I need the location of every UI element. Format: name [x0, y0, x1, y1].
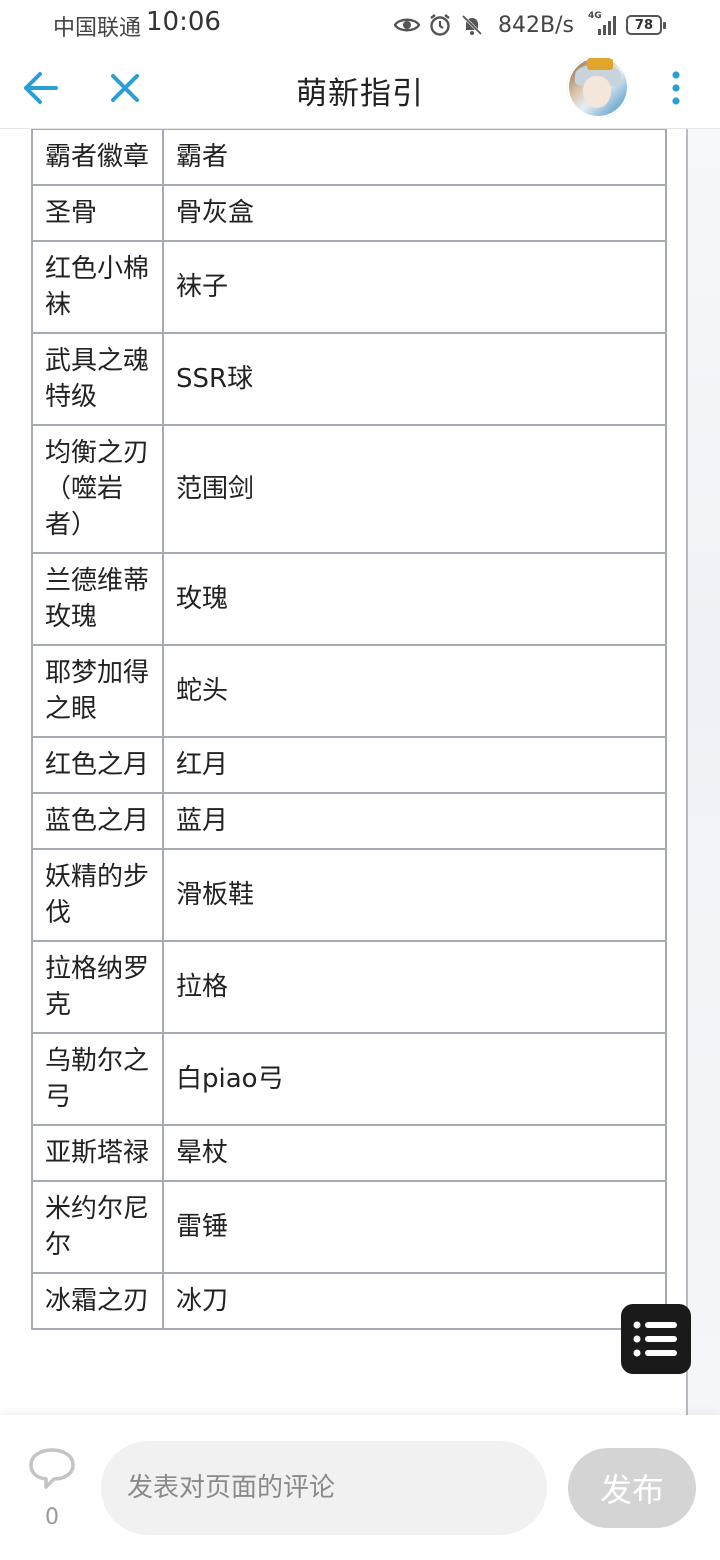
- table-row: 冰霜之刃 冰刀: [31, 1272, 667, 1330]
- item-alias-cell: 滑板鞋: [162, 848, 667, 942]
- table-row: 妖精的步伐 滑板鞋: [31, 848, 667, 942]
- item-alias-cell: 骨灰盒: [162, 184, 667, 242]
- item-alias-cell: 晕杖: [162, 1124, 667, 1182]
- avatar-badge: [587, 58, 613, 70]
- more-vertical-icon: [672, 71, 680, 105]
- table-row: 武具之魂特级 SSR球: [31, 332, 667, 426]
- battery-level: 78: [634, 17, 654, 33]
- item-alias-cell: SSR球: [162, 332, 667, 426]
- carrier-label: 中国联通: [53, 16, 142, 41]
- item-name-cell: 妖精的步伐: [31, 848, 164, 942]
- item-name-cell: 米约尔尼尔: [31, 1180, 164, 1274]
- screen: 中国联通 10:06 842B/s 4G 78 萌新指引 霸者徽章 霸者 圣骨 …: [0, 0, 720, 1560]
- table-row: 米约尔尼尔 雷锤: [31, 1180, 667, 1274]
- table-row: 红色小棉袜 袜子: [31, 240, 667, 334]
- item-alias-cell: 玫瑰: [162, 552, 667, 646]
- item-alias-cell: 红月: [162, 736, 667, 794]
- table-row: 兰德维蒂玫瑰 玫瑰: [31, 552, 667, 646]
- item-alias-cell: 霸者: [162, 129, 667, 186]
- item-name-cell: 均衡之刃（噬岩者）: [31, 424, 164, 554]
- item-name-cell: 圣骨: [31, 184, 164, 242]
- close-button[interactable]: [102, 65, 148, 111]
- item-alias-cell: 袜子: [162, 240, 667, 334]
- clock-time: 10:06: [146, 7, 221, 37]
- back-button[interactable]: [18, 65, 64, 111]
- item-alias-cell: 蓝月: [162, 792, 667, 850]
- comment-button[interactable]: [28, 1447, 76, 1491]
- item-name-cell: 冰霜之刃: [31, 1272, 164, 1330]
- item-name-cell: 蓝色之月: [31, 792, 164, 850]
- avatar-face: [583, 76, 611, 108]
- table-row: 蓝色之月 蓝月: [31, 792, 667, 850]
- item-alias-cell: 拉格: [162, 940, 667, 1034]
- status-icons: 842B/s 4G 78: [394, 9, 666, 41]
- side-decoration: [686, 129, 720, 1415]
- eye-icon: [394, 15, 420, 35]
- close-icon: [111, 74, 139, 102]
- item-name-cell: 武具之魂特级: [31, 332, 164, 426]
- item-alias-cell: 雷锤: [162, 1180, 667, 1274]
- comment-bar: 0 发布: [0, 1415, 720, 1560]
- back-arrow-icon: [24, 72, 58, 104]
- publish-button[interactable]: 发布: [568, 1448, 696, 1528]
- more-options-button[interactable]: [660, 65, 692, 111]
- item-name-cell: 乌勒尔之弓: [31, 1032, 164, 1126]
- table-row: 圣骨 骨灰盒: [31, 184, 667, 242]
- item-alias-cell: 冰刀: [162, 1272, 667, 1330]
- bell-muted-icon: [460, 13, 484, 37]
- guide-table: 霸者徽章 霸者 圣骨 骨灰盒 红色小棉袜 袜子 武具之魂特级 SSR球 均衡之刃…: [31, 129, 667, 1330]
- alarm-icon: [428, 13, 452, 37]
- table-row: 耶梦加得之眼 蛇头: [31, 644, 667, 738]
- comment-count: 0: [45, 1505, 59, 1530]
- item-name-cell: 拉格纳罗克: [31, 940, 164, 1034]
- item-alias-cell: 范围剑: [162, 424, 667, 554]
- battery-icon: 78: [625, 15, 666, 35]
- item-name-cell: 兰德维蒂玫瑰: [31, 552, 164, 646]
- table-row: 红色之月 红月: [31, 736, 667, 794]
- item-alias-cell: 白piao弓: [162, 1032, 667, 1126]
- table-row: 拉格纳罗克 拉格: [31, 940, 667, 1034]
- table-row: 乌勒尔之弓 白piao弓: [31, 1032, 667, 1126]
- table-row: 亚斯塔禄 晕杖: [31, 1124, 667, 1182]
- signal-icon: 4G: [588, 11, 618, 37]
- item-name-cell: 亚斯塔禄: [31, 1124, 164, 1182]
- comment-input[interactable]: [101, 1441, 547, 1535]
- toc-menu-button[interactable]: [621, 1304, 691, 1374]
- status-bar: 中国联通 10:06 842B/s 4G 78: [0, 0, 720, 50]
- item-name-cell: 红色小棉袜: [31, 240, 164, 334]
- list-menu-icon: [633, 1321, 677, 1357]
- page-title: 萌新指引: [296, 76, 424, 112]
- table-row: 霸者徽章 霸者: [31, 129, 667, 186]
- app-header: 萌新指引: [0, 50, 720, 129]
- item-name-cell: 耶梦加得之眼: [31, 644, 164, 738]
- item-name-cell: 红色之月: [31, 736, 164, 794]
- content-area[interactable]: 霸者徽章 霸者 圣骨 骨灰盒 红色小棉袜 袜子 武具之魂特级 SSR球 均衡之刃…: [0, 129, 720, 1415]
- comment-bubble-icon: [29, 1448, 75, 1489]
- item-alias-cell: 蛇头: [162, 644, 667, 738]
- item-name-cell: 霸者徽章: [31, 129, 164, 186]
- table-row: 均衡之刃（噬岩者） 范围剑: [31, 424, 667, 554]
- net-speed: 842B/s: [498, 12, 574, 38]
- user-avatar[interactable]: [567, 56, 629, 118]
